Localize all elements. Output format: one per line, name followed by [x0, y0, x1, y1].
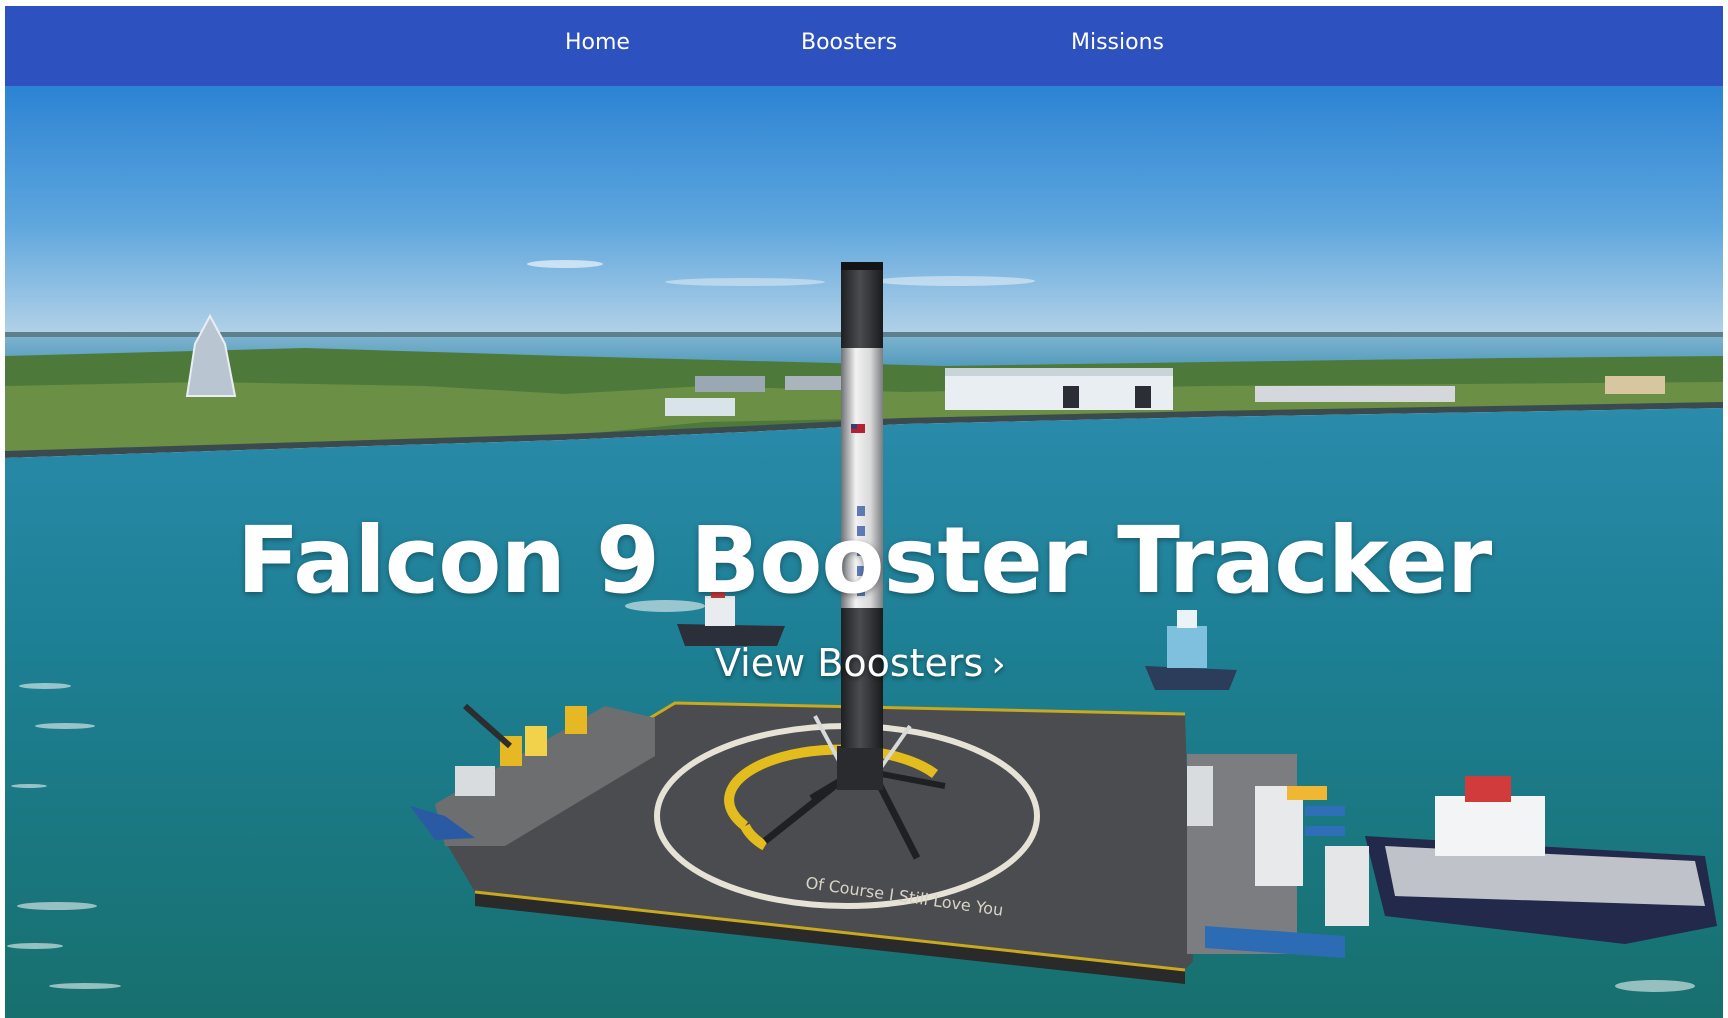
hero-section: Of Course I Still Love You Falcon 9 Boos… [5, 86, 1723, 1018]
view-boosters-link[interactable]: View Boosters › [715, 638, 1006, 690]
page: Home Boosters Missions Of Course I Still… [5, 6, 1723, 1018]
nav-link-missions[interactable]: Missions [1071, 28, 1164, 58]
hero-title: Falcon 9 Booster Tracker [236, 507, 1493, 614]
chevron-right-icon: › [991, 644, 1006, 685]
nav-link-boosters[interactable]: Boosters [801, 28, 897, 58]
top-navbar: Home Boosters Missions [5, 6, 1723, 86]
view-boosters-label: View Boosters [715, 641, 984, 685]
nav-link-home[interactable]: Home [565, 28, 630, 58]
